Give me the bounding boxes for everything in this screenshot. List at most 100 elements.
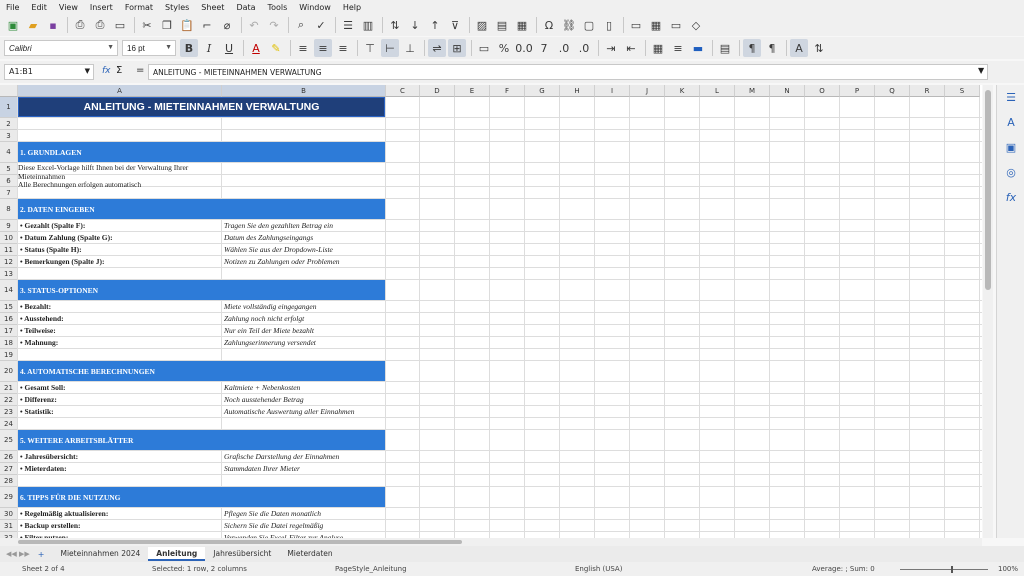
- show-draw-functions-icon[interactable]: ◇: [687, 16, 705, 34]
- expand-formula-icon[interactable]: ▼: [978, 66, 984, 75]
- find-replace-icon[interactable]: ⌕: [292, 16, 310, 34]
- column-header-g[interactable]: G: [525, 85, 560, 97]
- freeze-rows-columns-icon[interactable]: ▦: [647, 16, 665, 34]
- spreadsheet-grid[interactable]: A B C D E F G H I J K L M N O P Q R S 1 2 3 4 5 6 7 8 9 10 11 12 13 14 15…: [0, 85, 982, 538]
- tab-mieterdaten[interactable]: Mieterdaten: [279, 547, 340, 561]
- export-pdf-icon[interactable]: ⎙: [71, 16, 89, 34]
- clear-formatting-icon[interactable]: ⌀: [218, 16, 236, 34]
- menu-insert[interactable]: Insert: [90, 3, 113, 12]
- align-middle-icon[interactable]: ⊢: [381, 39, 399, 57]
- column-header-n[interactable]: N: [770, 85, 805, 97]
- section-header[interactable]: 2. DATEN EINGEBEN: [18, 199, 385, 219]
- column-header-o[interactable]: O: [805, 85, 840, 97]
- tab-mieteinnahmen-2024[interactable]: Mieteinnahmen 2024: [52, 547, 148, 561]
- value-cell[interactable]: Zahlung noch nicht erfolgt: [222, 313, 385, 324]
- column-header-r[interactable]: R: [910, 85, 945, 97]
- gallery-icon[interactable]: ▣: [1003, 141, 1019, 157]
- row-header-27[interactable]: 27: [0, 463, 18, 475]
- column-header-d[interactable]: D: [420, 85, 455, 97]
- status-language[interactable]: English (USA): [575, 565, 622, 573]
- paste-icon[interactable]: 📋: [178, 16, 196, 34]
- menu-window[interactable]: Window: [299, 3, 331, 12]
- add-decimal-icon[interactable]: .0: [555, 39, 573, 57]
- column-header-p[interactable]: P: [840, 85, 875, 97]
- delete-decimal-icon[interactable]: .0: [575, 39, 593, 57]
- column-header-s[interactable]: S: [945, 85, 980, 97]
- formula-input[interactable]: ANLEITUNG - MIETEINNAHMEN VERWALTUNG: [148, 64, 988, 80]
- currency-format-icon[interactable]: ▭: [475, 39, 493, 57]
- number-format-icon[interactable]: 0.0: [515, 39, 533, 57]
- define-print-area-icon[interactable]: ▭: [627, 16, 645, 34]
- label-cell[interactable]: • Status (Spalte H):: [18, 244, 221, 255]
- column-header-c[interactable]: C: [386, 85, 420, 97]
- align-top-icon[interactable]: ⊤: [361, 39, 379, 57]
- spelling-icon[interactable]: ✓: [312, 16, 330, 34]
- row-header-25[interactable]: 25: [0, 430, 18, 451]
- row-header-3[interactable]: 3: [0, 130, 18, 142]
- intro-text[interactable]: Alle Berechnungen erfolgen automatisch: [18, 179, 221, 190]
- hyperlink-icon[interactable]: ⛓: [560, 16, 578, 34]
- merge-center-icon[interactable]: ⊞: [448, 39, 466, 57]
- value-cell[interactable]: Miete vollständig eingegangen: [222, 301, 385, 312]
- menu-styles[interactable]: Styles: [165, 3, 189, 12]
- decrease-indent-icon[interactable]: ⇤: [622, 39, 640, 57]
- row-header-17[interactable]: 17: [0, 325, 18, 337]
- title-cell[interactable]: ANLEITUNG - MIETEINNAHMEN VERWALTUNG: [18, 97, 385, 117]
- row-header-9[interactable]: 9: [0, 220, 18, 232]
- value-cell[interactable]: Pflegen Sie die Daten monatlich: [222, 508, 385, 519]
- select-all-corner[interactable]: [0, 85, 18, 97]
- insert-image-icon[interactable]: ▨: [473, 16, 491, 34]
- menu-help[interactable]: Help: [343, 3, 361, 12]
- new-document-icon[interactable]: ▣: [4, 16, 22, 34]
- column-header-b[interactable]: B: [222, 85, 386, 97]
- value-cell[interactable]: Sichern Sie die Datei regelmäßig: [222, 520, 385, 531]
- row-header-16[interactable]: 16: [0, 313, 18, 325]
- row-header-8[interactable]: 8: [0, 199, 18, 220]
- label-cell[interactable]: • Backup erstellen:: [18, 520, 221, 531]
- row-header-19[interactable]: 19: [0, 349, 18, 361]
- insert-chart-icon[interactable]: ▤: [493, 16, 511, 34]
- menu-format[interactable]: Format: [125, 3, 153, 12]
- label-cell[interactable]: • Ausstehend:: [18, 313, 221, 324]
- column-header-f[interactable]: F: [490, 85, 525, 97]
- right-to-left-icon[interactable]: ¶: [763, 39, 781, 57]
- borders-icon[interactable]: ▦: [649, 39, 667, 57]
- column-header-k[interactable]: K: [665, 85, 700, 97]
- column-header-e[interactable]: E: [455, 85, 490, 97]
- section-header[interactable]: 3. STATUS-OPTIONEN: [18, 280, 385, 300]
- value-cell[interactable]: Automatische Auswertung aller Einnahmen: [222, 406, 385, 417]
- value-cell[interactable]: Wählen Sie aus der Dropdown-Liste: [222, 244, 385, 255]
- conditional-format-icon[interactable]: ▤: [716, 39, 734, 57]
- label-cell[interactable]: • Teilweise:: [18, 325, 221, 336]
- function-wizard-icon[interactable]: fx: [102, 66, 111, 76]
- row-header-4[interactable]: 4: [0, 142, 18, 163]
- align-center-icon[interactable]: ≡: [314, 39, 332, 57]
- label-cell[interactable]: • Gesamt Soll:: [18, 382, 221, 393]
- styles-icon[interactable]: A: [1003, 116, 1019, 132]
- label-cell[interactable]: • Gezahlt (Spalte F):: [18, 220, 221, 231]
- row-header-31[interactable]: 31: [0, 520, 18, 532]
- special-character-icon[interactable]: Ω: [540, 16, 558, 34]
- row-header-2[interactable]: 2: [0, 118, 18, 130]
- left-to-right-icon[interactable]: ¶: [743, 39, 761, 57]
- pivot-table-icon[interactable]: ▦: [513, 16, 531, 34]
- row-header-26[interactable]: 26: [0, 451, 18, 463]
- vertical-scrollbar[interactable]: [983, 85, 993, 538]
- column-header-i[interactable]: I: [595, 85, 630, 97]
- label-cell[interactable]: • Mieterdaten:: [18, 463, 221, 474]
- menu-sheet[interactable]: Sheet: [201, 3, 224, 12]
- row-header-14[interactable]: 14: [0, 280, 18, 301]
- row-header-5[interactable]: 5: [0, 163, 18, 175]
- text-direction-icon[interactable]: A: [790, 39, 808, 57]
- menu-file[interactable]: File: [6, 3, 19, 12]
- row-header-6[interactable]: 6: [0, 175, 18, 187]
- column-header-h[interactable]: H: [560, 85, 595, 97]
- row-header-23[interactable]: 23: [0, 406, 18, 418]
- sort-icon[interactable]: ⇅: [386, 16, 404, 34]
- tab-navigation-icon[interactable]: ◀◀ ▶▶: [6, 550, 30, 558]
- column-icon[interactable]: ▥: [359, 16, 377, 34]
- label-cell[interactable]: • Mahnung:: [18, 337, 221, 348]
- row-header-21[interactable]: 21: [0, 382, 18, 394]
- font-color-icon[interactable]: A: [247, 39, 265, 57]
- clone-formatting-icon[interactable]: ⌐: [198, 16, 216, 34]
